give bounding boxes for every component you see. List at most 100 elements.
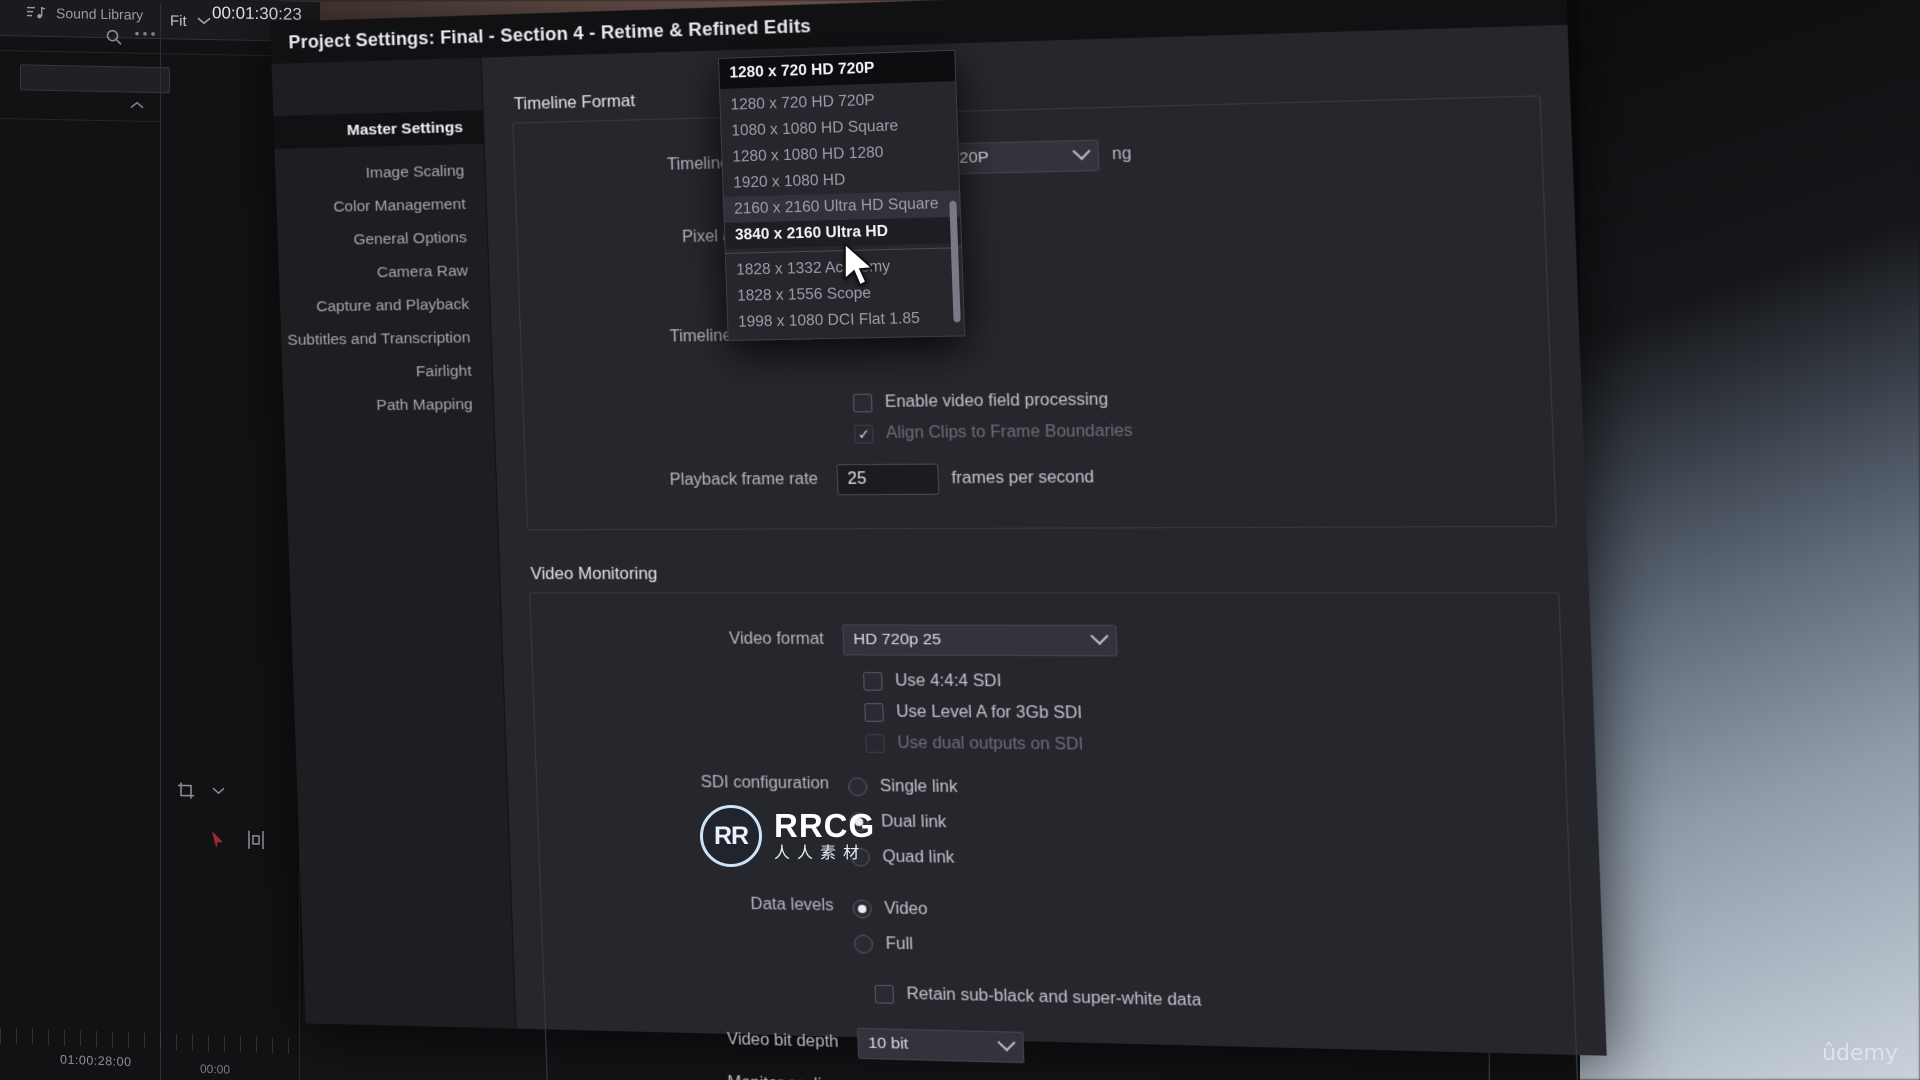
rrcg-monogram-icon: RR	[700, 805, 762, 867]
panel-chevron-button[interactable]	[130, 100, 144, 109]
screenshot-root: Sound Library ×	[0, 0, 1920, 1080]
use-level-a-label: Use Level A for 3Gb SDI	[895, 703, 1083, 723]
dialog-title: Project Settings: Final - Section 4 - Re…	[288, 15, 812, 52]
udemy-watermark: ûdemy	[1822, 1041, 1898, 1066]
chevron-down-icon	[997, 1033, 1016, 1052]
chevron-down-icon[interactable]	[212, 787, 225, 795]
sidebar-item-subtitles-and-transcription[interactable]: Subtitles and Transcription	[281, 321, 492, 357]
playback-frame-rate-label: Playback frame rate	[669, 470, 819, 489]
timeline-frame-rate-row: Timeline frame rate	[520, 279, 1550, 383]
sidebar-item-path-mapping[interactable]: Path Mapping	[283, 388, 494, 423]
viewer-bottom-tools	[160, 768, 290, 830]
chevron-down-icon	[1090, 627, 1109, 646]
dialog-sidebar: Master Settings Image Scaling Color Mana…	[271, 57, 517, 1029]
playback-frame-rate-unit: frames per second	[951, 468, 1095, 488]
playback-frame-rate-input[interactable]: 25	[836, 463, 940, 496]
sidebar-item-label: Master Settings	[346, 118, 464, 139]
trim-edit-icon	[244, 829, 268, 851]
retain-subblack-checkbox[interactable]	[874, 984, 895, 1004]
timeline-format-group: Timeline resolution 1280 x 720 HD 720P n…	[512, 95, 1557, 531]
use-444-sdi-checkbox[interactable]	[863, 672, 883, 691]
dialog-main-content: Timeline Format Timeline resolution 1280…	[482, 25, 1607, 1080]
sdi-option-label: Single link	[879, 777, 958, 797]
data-level-option-label: Full	[885, 935, 914, 954]
sound-library-button[interactable]: Sound Library	[26, 4, 144, 23]
timeline-ruler	[0, 1027, 290, 1055]
dropdown-option-list: 1280 x 720 HD 720P 1080 x 1080 HD Square…	[720, 81, 964, 336]
align-clips-label: Align Clips to Frame Boundaries	[885, 422, 1133, 443]
use-444-sdi-row[interactable]: Use 4:4:4 SDI	[863, 666, 1563, 701]
video-format-select[interactable]: HD 720p 25	[842, 624, 1118, 657]
sidebar-item-fairlight[interactable]: Fairlight	[282, 354, 493, 390]
sidebar-item-label: Subtitles and Transcription	[287, 328, 471, 349]
data-levels-row: Data levels Video Full	[541, 888, 1573, 974]
video-bit-depth-value: 10 bit	[867, 1034, 909, 1053]
more-options-button[interactable]	[134, 31, 156, 37]
align-clips-row: ✓ Align Clips to Frame Boundaries	[854, 412, 1553, 450]
video-monitoring-group: Video format HD 720p 25 Use 4:4:4 SDI Us…	[529, 592, 1583, 1080]
chevron-down-icon[interactable]	[197, 12, 211, 30]
use-dual-outputs-label: Use dual outputs on SDI	[897, 734, 1084, 754]
data-level-option-video[interactable]: Video	[852, 893, 928, 925]
sidebar-item-color-management[interactable]: Color Management	[276, 187, 486, 225]
ellipsis-icon	[134, 31, 156, 37]
radio-button[interactable]	[847, 777, 868, 797]
radio-button[interactable]	[853, 934, 874, 954]
sidebar-item-label: Camera Raw	[376, 261, 469, 281]
sdi-configuration-row: SDI configuration Single link Dual link	[537, 768, 1570, 884]
use-dual-outputs-checkbox	[865, 734, 886, 753]
sidebar-item-label: Color Management	[333, 195, 466, 216]
viewer-zoom-label: Fit	[170, 12, 187, 30]
timeline-timecode-secondary: 00:00	[200, 1061, 231, 1077]
sdi-configuration-label: SDI configuration	[700, 773, 830, 793]
search-icon	[105, 28, 123, 46]
align-clips-checkbox: ✓	[854, 424, 874, 444]
retain-subblack-row[interactable]: Retain sub-black and super-white data	[874, 979, 1574, 1026]
sdi-option-single-link[interactable]: Single link	[847, 771, 958, 803]
sidebar-item-label: Fairlight	[415, 362, 472, 380]
sidebar-item-label: Image Scaling	[365, 161, 465, 182]
data-level-option-label: Video	[884, 900, 928, 919]
chevron-down-icon	[1072, 142, 1091, 161]
music-note-icon	[26, 4, 46, 20]
data-levels-label: Data levels	[750, 895, 834, 915]
timeline-resolution-dropdown[interactable]: 1280 x 720 HD 720P 1280 x 720 HD 720P 10…	[718, 49, 966, 341]
sidebar-item-label: Capture and Playback	[315, 295, 470, 315]
sound-library-label: Sound Library	[56, 5, 144, 23]
crop-frame-icon[interactable]	[176, 780, 198, 800]
rrcg-watermark-subtitle: 人人素材	[774, 845, 867, 863]
dropdown-option-1998x1080[interactable]: 1998 x 1080 DCI Flat 1.85	[728, 305, 964, 336]
trim-edit-button[interactable]	[244, 829, 268, 851]
video-monitoring-group-title: Video Monitoring	[530, 564, 658, 584]
check-icon: ✓	[857, 425, 871, 443]
pixel-aspect-ratio-row: Pixel aspect ratio	[516, 172, 1546, 288]
search-button[interactable]	[105, 28, 123, 46]
arrow-pointer-icon	[210, 830, 226, 850]
retain-subblack-label: Retain sub-black and super-white data	[906, 985, 1202, 1010]
chevron-up-icon	[130, 100, 144, 109]
pointer-tool-button[interactable]	[210, 830, 226, 850]
sidebar-item-label: Path Mapping	[376, 395, 474, 414]
sidebar-item-capture-and-playback[interactable]: Capture and Playback	[280, 287, 491, 324]
sidebar-item-general-options[interactable]: General Options	[277, 221, 487, 258]
sidebar-item-master-settings[interactable]: Master Settings	[273, 110, 484, 149]
video-bit-depth-select[interactable]: 10 bit	[857, 1027, 1025, 1064]
video-format-label: Video format	[728, 630, 825, 649]
left-media-panel: Sound Library ×	[0, 0, 320, 1080]
sidebar-item-camera-raw[interactable]: Camera Raw	[278, 254, 488, 291]
video-format-row: Video format HD 720p 25	[531, 622, 1561, 660]
use-level-a-checkbox[interactable]	[864, 703, 884, 722]
sdi-option-label: Quad link	[882, 848, 955, 867]
radio-button-selected[interactable]	[852, 899, 873, 919]
rrcg-watermark: RR RRCG 人人素材	[700, 805, 875, 867]
rrcg-watermark-title: RRCG	[774, 806, 876, 844]
video-format-value: HD 720p 25	[853, 630, 942, 649]
playback-frame-rate-row: Playback frame rate 25 frames per second	[526, 457, 1555, 499]
enable-video-field-processing-checkbox[interactable]	[852, 393, 873, 413]
search-input[interactable]	[20, 64, 170, 94]
sidebar-item-image-scaling[interactable]: Image Scaling	[275, 154, 485, 192]
viewer-zoom-control[interactable]: Fit	[170, 12, 211, 31]
enable-video-field-processing-label: Enable video field processing	[884, 391, 1109, 412]
data-level-option-full[interactable]: Full	[853, 928, 929, 961]
playback-frame-rate-value: 25	[847, 470, 867, 488]
